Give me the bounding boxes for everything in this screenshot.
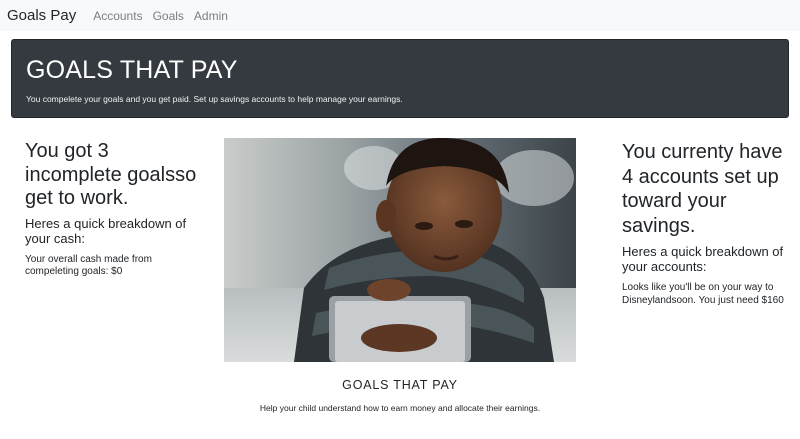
nav-link-admin[interactable]: Admin <box>194 9 228 23</box>
footer-title: GOALS THAT PAY <box>342 378 458 392</box>
accounts-summary: You currenty have 4 accounts set up towa… <box>622 140 792 307</box>
child-with-tablet-photo <box>224 138 576 362</box>
goals-headline: You got 3 incomplete goalsso get to work… <box>25 140 197 209</box>
hero-title: GOALS THAT PAY <box>26 56 238 84</box>
footer-subtitle: Help your child understand how to earn m… <box>259 403 541 413</box>
accounts-breakdown-detail: Looks like you'll be on your way to Disn… <box>622 282 784 306</box>
cash-breakdown-heading: Heres a quick breakdown of your cash: <box>25 215 187 247</box>
nav-link-accounts[interactable]: Accounts <box>93 9 142 23</box>
hero-banner: GOALS THAT PAY You compelete your goals … <box>11 39 789 118</box>
goals-summary: You got 3 incomplete goalsso get to work… <box>25 140 205 279</box>
nav-link-goals[interactable]: Goals <box>153 9 184 23</box>
hero-subtitle: You compelete your goals and you get pai… <box>26 94 403 104</box>
accounts-breakdown-heading: Heres a quick breakdown of your accounts… <box>622 244 784 274</box>
top-navbar: Goals Pay Accounts Goals Admin <box>0 0 800 31</box>
accounts-headline: You currenty have 4 accounts set up towa… <box>622 141 783 237</box>
cash-breakdown-detail: Your overall cash made from compeleting … <box>25 253 152 278</box>
navbar-brand[interactable]: Goals Pay <box>7 7 76 24</box>
